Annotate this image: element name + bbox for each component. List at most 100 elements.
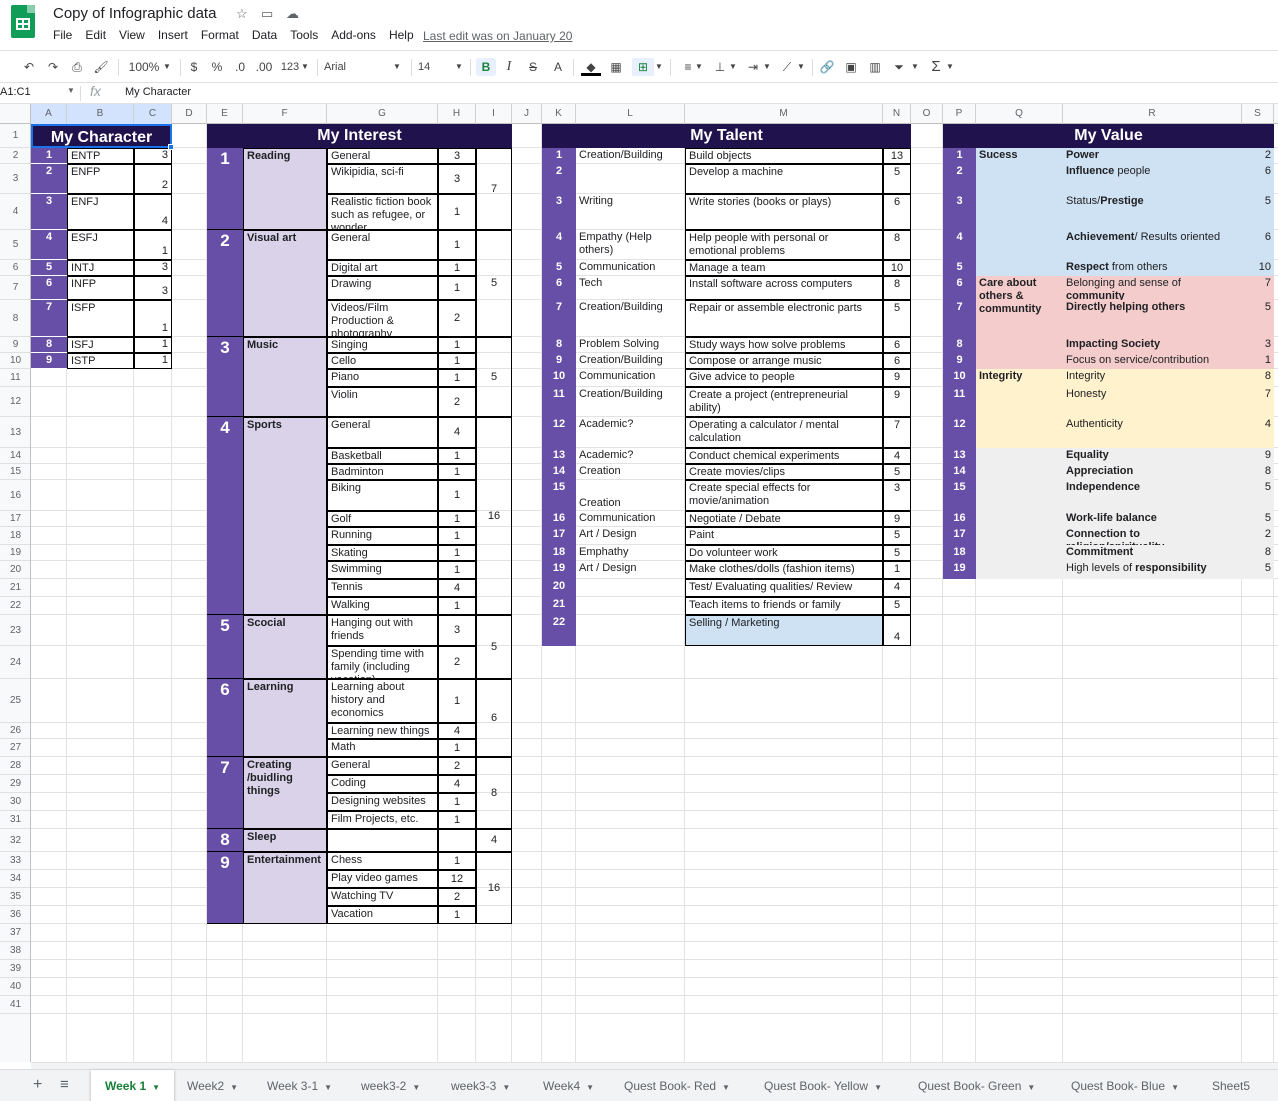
value-row-number[interactable]: 15 bbox=[943, 480, 976, 511]
interest-item[interactable]: Badminton bbox=[327, 464, 438, 480]
interest-item[interactable]: Film Projects, etc. bbox=[327, 811, 438, 829]
interest-item-count[interactable]: 2 bbox=[438, 300, 476, 337]
talent-category[interactable]: Art / Design bbox=[576, 527, 685, 545]
value-group-name[interactable]: Care about others & communtity bbox=[976, 276, 1063, 369]
value-count[interactable]: 6 bbox=[1242, 164, 1274, 194]
value-row-number[interactable]: 5 bbox=[943, 260, 976, 276]
talent-count[interactable]: 8 bbox=[883, 230, 911, 260]
interest-group-number[interactable]: 3 bbox=[207, 337, 243, 417]
interest-group-total[interactable]: 5 bbox=[476, 230, 512, 337]
interest-item[interactable]: Vacation bbox=[327, 906, 438, 924]
interest-group-number[interactable]: 6 bbox=[207, 679, 243, 757]
talent-count[interactable]: 1 bbox=[883, 561, 911, 579]
font-size-select[interactable]: 14 bbox=[418, 58, 448, 76]
row-header-14[interactable]: 14 bbox=[0, 448, 30, 464]
talent-description[interactable]: Create a project (entrepreneurial abilit… bbox=[685, 387, 883, 417]
talent-count[interactable]: 5 bbox=[883, 300, 911, 337]
insert-chart-icon[interactable]: ▥ bbox=[866, 58, 884, 76]
talent-description[interactable]: Create movies/clips bbox=[685, 464, 883, 480]
formula-input[interactable]: My Character bbox=[125, 86, 191, 98]
talent-category[interactable] bbox=[576, 597, 685, 615]
talent-row-number[interactable]: 14 bbox=[542, 464, 576, 480]
interest-item-count[interactable]: 4 bbox=[438, 723, 476, 739]
interest-item[interactable]: Swimming bbox=[327, 561, 438, 579]
talent-description[interactable]: Develop a machine bbox=[685, 164, 883, 194]
value-item[interactable]: Status/Prestige bbox=[1063, 194, 1242, 230]
talent-category[interactable]: Creation/Building bbox=[576, 148, 685, 164]
interest-item[interactable]: Cello bbox=[327, 353, 438, 369]
value-row-number[interactable]: 12 bbox=[943, 417, 976, 448]
document-title[interactable]: Copy of Infographic data bbox=[53, 5, 216, 22]
talent-description[interactable]: Paint bbox=[685, 527, 883, 545]
menu-view[interactable]: View bbox=[119, 28, 145, 42]
column-header-d[interactable]: D bbox=[172, 104, 207, 124]
talent-description[interactable]: Repair or assemble electronic parts bbox=[685, 300, 883, 337]
sheet-tab-week-3-1[interactable]: Week 3-1 ▼ bbox=[253, 1070, 346, 1101]
interest-item[interactable]: Golf bbox=[327, 511, 438, 527]
percent-button[interactable]: % bbox=[210, 58, 224, 76]
talent-row-number[interactable]: 5 bbox=[542, 260, 576, 276]
talent-category[interactable]: Empathy (Help others) bbox=[576, 230, 685, 260]
interest-item[interactable]: Basketball bbox=[327, 448, 438, 464]
interest-item-count[interactable]: 1 bbox=[438, 679, 476, 723]
menu-file[interactable]: File bbox=[53, 28, 72, 42]
value-row-number[interactable]: 19 bbox=[943, 561, 976, 579]
borders-icon[interactable]: ▦ bbox=[606, 58, 626, 76]
row-header-24[interactable]: 24 bbox=[0, 646, 30, 679]
row-header-1[interactable]: 1 bbox=[0, 124, 30, 148]
talent-row-number[interactable]: 15 bbox=[542, 480, 576, 511]
menu-data[interactable]: Data bbox=[252, 28, 277, 42]
talent-description[interactable]: Install software across computers bbox=[685, 276, 883, 300]
talent-row-number[interactable]: 10 bbox=[542, 369, 576, 387]
value-row-number[interactable]: 17 bbox=[943, 527, 976, 545]
talent-count[interactable]: 13 bbox=[883, 148, 911, 164]
character-type[interactable]: INTJ bbox=[67, 260, 134, 276]
row-header-6[interactable]: 6 bbox=[0, 260, 30, 276]
character-type[interactable]: ENFJ bbox=[67, 194, 134, 230]
value-count[interactable]: 1 bbox=[1242, 353, 1274, 369]
talent-category[interactable]: Academic? bbox=[576, 417, 685, 448]
sheet-tab-quest-book-red[interactable]: Quest Book- Red ▼ bbox=[610, 1070, 744, 1101]
talent-count[interactable]: 4 bbox=[883, 579, 911, 597]
value-row-number[interactable]: 13 bbox=[943, 448, 976, 464]
value-count[interactable]: 9 bbox=[1242, 448, 1274, 464]
talent-description[interactable]: Selling / Marketing bbox=[685, 615, 883, 646]
talent-description[interactable]: Build objects bbox=[685, 148, 883, 164]
character-type[interactable]: ISTP bbox=[67, 353, 134, 369]
interest-group-name[interactable]: Learning bbox=[243, 679, 327, 757]
talent-description[interactable]: Create special effects for movie/animati… bbox=[685, 480, 883, 511]
value-item[interactable]: Connection to religion/spirituality bbox=[1063, 527, 1242, 545]
halign-dropdown-icon[interactable]: ▼ bbox=[694, 58, 704, 76]
interest-item-count[interactable]: 3 bbox=[438, 148, 476, 164]
interest-group-name[interactable]: Sports bbox=[243, 417, 327, 615]
row-header-21[interactable]: 21 bbox=[0, 579, 30, 597]
sheet-tab-menu-icon[interactable]: ▼ bbox=[152, 1083, 160, 1092]
interest-item[interactable]: Videos/Film Production & photography bbox=[327, 300, 438, 337]
functions-icon[interactable]: Σ bbox=[928, 58, 944, 76]
talent-category[interactable]: Creation bbox=[576, 480, 685, 511]
talent-count[interactable]: 5 bbox=[883, 597, 911, 615]
value-item[interactable]: Respect from others bbox=[1063, 260, 1242, 276]
cloud-status-icon[interactable]: ☁ bbox=[286, 6, 299, 22]
row-header-36[interactable]: 36 bbox=[0, 906, 30, 924]
talent-category[interactable]: Creation bbox=[576, 464, 685, 480]
value-row-number[interactable]: 2 bbox=[943, 164, 976, 194]
interest-group-name[interactable]: Music bbox=[243, 337, 327, 417]
filter-icon[interactable]: ⏷ bbox=[890, 58, 908, 76]
name-box-dropdown-icon[interactable]: ▼ bbox=[67, 86, 75, 95]
interest-item-count[interactable]: 12 bbox=[438, 870, 476, 888]
character-type[interactable]: ESFJ bbox=[67, 230, 134, 260]
sheet-tab-quest-book-yellow[interactable]: Quest Book- Yellow ▼ bbox=[750, 1070, 896, 1101]
row-header-26[interactable]: 26 bbox=[0, 723, 30, 739]
row-header-4[interactable]: 4 bbox=[0, 194, 30, 230]
talent-row-number[interactable]: 19 bbox=[542, 561, 576, 579]
column-header-f[interactable]: F bbox=[243, 104, 327, 124]
text-wrap-icon[interactable]: ⇥ bbox=[744, 58, 762, 76]
interest-item-count[interactable]: 1 bbox=[438, 852, 476, 870]
character-count[interactable]: 2 bbox=[134, 164, 172, 194]
undo-icon[interactable]: ↶ bbox=[20, 58, 38, 76]
value-item[interactable]: Influence people bbox=[1063, 164, 1242, 194]
more-formats-dropdown-icon[interactable]: ▼ bbox=[300, 58, 310, 76]
character-row-number[interactable]: 3 bbox=[31, 194, 67, 230]
value-count[interactable]: 10 bbox=[1242, 260, 1274, 276]
